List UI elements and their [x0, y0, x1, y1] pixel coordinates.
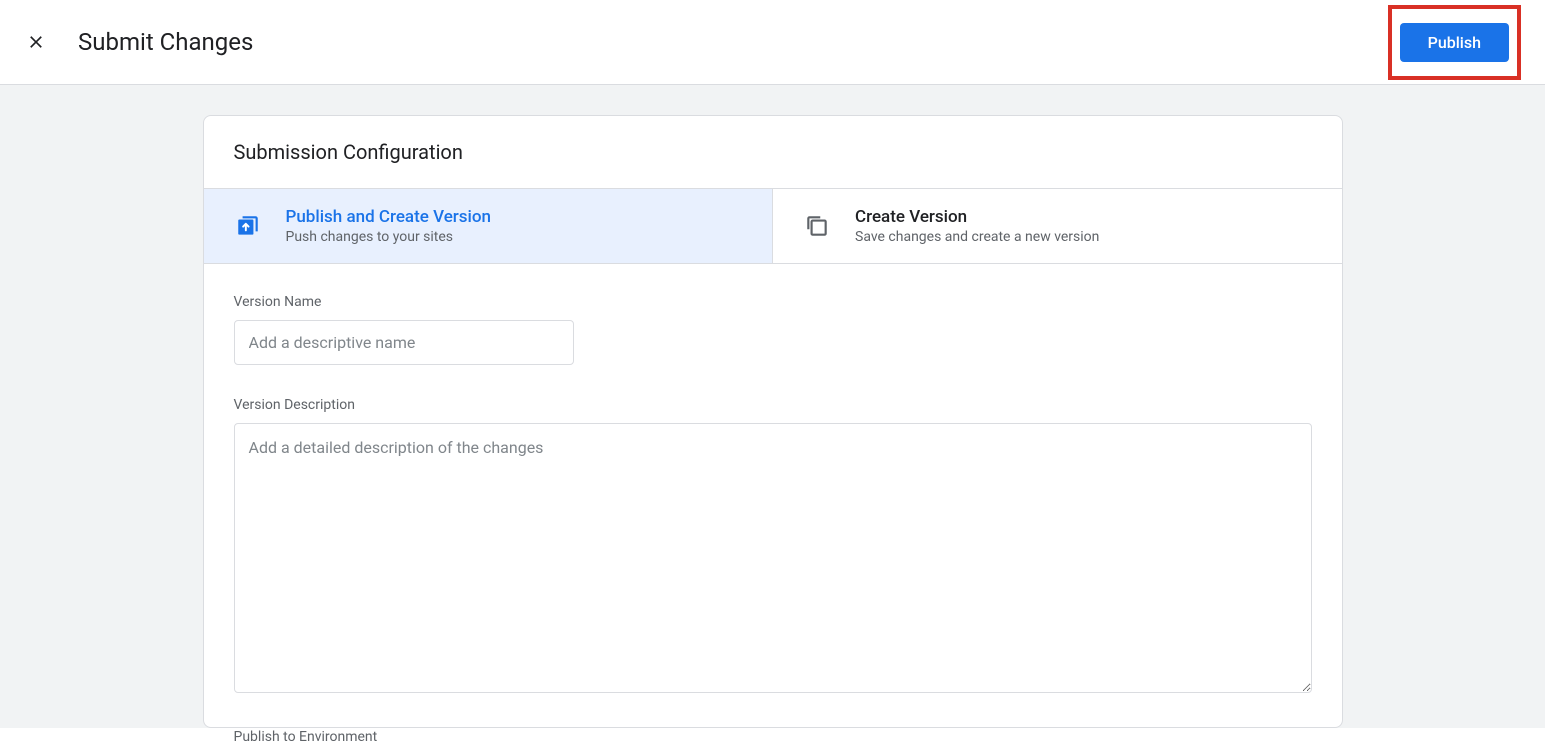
submission-tabs: Publish and Create Version Push changes …: [204, 189, 1342, 264]
submission-card: Submission Configuration Publish and Cre…: [203, 115, 1343, 728]
tab-text: Publish and Create Version Push changes …: [286, 207, 492, 245]
version-description-label: Version Description: [234, 397, 1312, 413]
close-icon[interactable]: [24, 30, 48, 54]
tab-publish-create[interactable]: Publish and Create Version Push changes …: [204, 189, 774, 263]
publish-env-label: Publish to Environment: [234, 729, 1312, 745]
upload-icon: [234, 212, 262, 240]
page-title: Submit Changes: [78, 28, 253, 56]
version-name-label: Version Name: [234, 294, 1312, 310]
form-area: Version Name Version Description Publish…: [204, 264, 1342, 745]
tab-text: Create Version Save changes and create a…: [855, 207, 1099, 245]
tab-title: Publish and Create Version: [286, 207, 492, 227]
publish-button[interactable]: Publish: [1400, 23, 1509, 62]
version-description-input[interactable]: [234, 423, 1312, 693]
dialog-header: Submit Changes Publish: [0, 0, 1545, 85]
tab-title: Create Version: [855, 207, 1099, 227]
tab-subtitle: Push changes to your sites: [286, 229, 492, 245]
main-area: Submission Configuration Publish and Cre…: [0, 85, 1545, 728]
version-name-input[interactable]: [234, 320, 574, 365]
copy-icon: [803, 212, 831, 240]
tab-subtitle: Save changes and create a new version: [855, 229, 1099, 245]
header-left: Submit Changes: [24, 28, 253, 56]
tab-create-version[interactable]: Create Version Save changes and create a…: [773, 189, 1342, 263]
card-title: Submission Configuration: [204, 116, 1342, 189]
publish-highlight: Publish: [1388, 5, 1521, 80]
